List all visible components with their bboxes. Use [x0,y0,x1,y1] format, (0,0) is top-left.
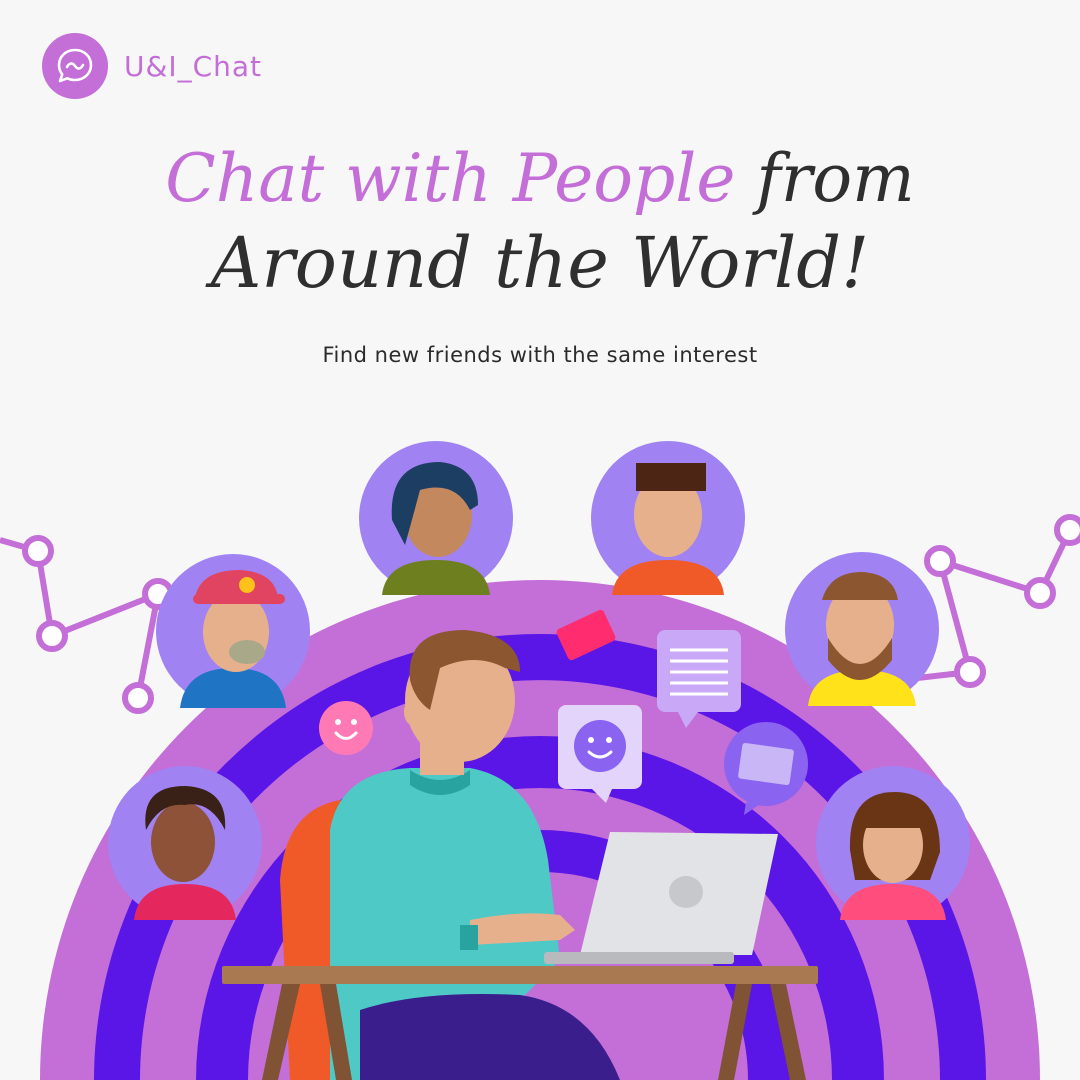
avatar-bangs-woman [816,766,970,920]
avatar-bearded-man [785,552,939,706]
hero-illustration [0,441,1080,1080]
avatar-curly-woman [108,766,262,920]
avatar-cap-man [156,554,310,708]
avatar-man-flat-hair [591,441,745,595]
avatar-woman-teal [359,441,513,595]
smiley-message-bubble [558,705,642,803]
network-lines-left [0,537,162,699]
smiley-bubble-pink [319,701,373,755]
